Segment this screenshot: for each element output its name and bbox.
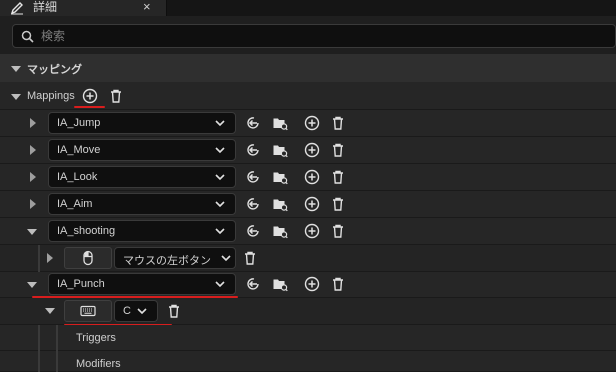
- action-row: IA_Jump: [0, 110, 616, 137]
- action-select[interactable]: IA_Move: [48, 139, 236, 161]
- use-selected-asset-icon[interactable]: [246, 223, 262, 239]
- use-selected-asset-icon[interactable]: [246, 169, 262, 185]
- mappings-label: Mappings: [27, 90, 75, 102]
- category-label: マッピング: [27, 64, 82, 76]
- tab-details[interactable]: 詳細 ×: [0, 0, 167, 16]
- trash-icon[interactable]: [242, 250, 258, 266]
- indent-rail: [38, 351, 40, 372]
- trash-icon[interactable]: [166, 303, 182, 319]
- key-select[interactable]: C: [114, 300, 158, 322]
- add-icon[interactable]: [304, 223, 320, 239]
- use-selected-asset-icon[interactable]: [246, 196, 262, 212]
- expand-arrow-icon[interactable]: [11, 94, 21, 100]
- expand-arrow-icon[interactable]: [27, 229, 37, 235]
- pencil-icon: [10, 2, 23, 15]
- collapse-arrow-icon[interactable]: [11, 66, 21, 72]
- key-capture-button[interactable]: [64, 300, 112, 322]
- indent-rail: [56, 325, 58, 351]
- chevron-down-icon: [215, 228, 225, 235]
- action-select-value: IA_shooting: [57, 225, 116, 237]
- trash-icon[interactable]: [330, 223, 346, 239]
- key-select-value: マウスの左ボタン: [123, 255, 211, 267]
- trash-icon[interactable]: [108, 88, 124, 104]
- key-select-value: C: [123, 305, 131, 317]
- browse-asset-icon[interactable]: [272, 223, 288, 239]
- expand-arrow-icon[interactable]: [30, 145, 36, 155]
- action-row: IA_Aim: [0, 191, 616, 218]
- action-select[interactable]: IA_Jump: [48, 112, 236, 134]
- chevron-down-icon: [137, 308, 147, 315]
- action-row: IA_Move: [0, 137, 616, 164]
- modifiers-label: Modifiers: [76, 358, 121, 370]
- action-select-value: IA_Move: [57, 144, 101, 156]
- highlight-underline: [74, 106, 105, 108]
- action-select-value: IA_Jump: [57, 117, 101, 129]
- action-row: IA_Punch: [0, 271, 616, 298]
- action-select-value: IA_Punch: [57, 278, 105, 290]
- trash-icon[interactable]: [330, 196, 346, 212]
- action-row: IA_shooting: [0, 218, 616, 245]
- triggers-row[interactable]: Triggers: [0, 325, 616, 351]
- browse-asset-icon[interactable]: [272, 169, 288, 185]
- browse-asset-icon[interactable]: [272, 276, 288, 292]
- indent-rail: [56, 351, 58, 372]
- chevron-down-icon: [215, 174, 225, 181]
- keyboard-icon: [80, 305, 96, 317]
- action-select[interactable]: IA_Look: [48, 166, 236, 188]
- expand-arrow-icon[interactable]: [30, 172, 36, 182]
- chevron-down-icon: [215, 120, 225, 127]
- expand-arrow-icon[interactable]: [47, 253, 53, 263]
- action-select-value: IA_Look: [57, 171, 98, 183]
- mouse-icon: [83, 250, 93, 266]
- browse-asset-icon[interactable]: [272, 115, 288, 131]
- use-selected-asset-icon[interactable]: [246, 142, 262, 158]
- chevron-down-icon: [215, 201, 225, 208]
- punch-binding-row: C: [0, 298, 616, 325]
- action-select-value: IA_Aim: [57, 198, 93, 210]
- expand-arrow-icon[interactable]: [30, 199, 36, 209]
- trash-icon[interactable]: [330, 142, 346, 158]
- chevron-down-icon: [215, 281, 225, 288]
- add-icon[interactable]: [82, 88, 98, 104]
- modifiers-row[interactable]: Modifiers: [0, 351, 616, 372]
- indent-rail: [38, 325, 40, 351]
- shooting-binding-row: マウスの左ボタン: [0, 245, 616, 272]
- add-icon[interactable]: [304, 196, 320, 212]
- add-icon[interactable]: [304, 115, 320, 131]
- chevron-down-icon: [221, 255, 231, 262]
- key-capture-button[interactable]: [64, 247, 112, 269]
- expand-arrow-icon[interactable]: [30, 118, 36, 128]
- search-placeholder: 検索: [41, 29, 66, 43]
- mappings-row: Mappings: [0, 82, 616, 110]
- action-select[interactable]: IA_Aim: [48, 193, 236, 215]
- chevron-down-icon: [215, 147, 225, 154]
- expand-arrow-icon[interactable]: [27, 282, 37, 288]
- search-input[interactable]: 検索: [12, 24, 616, 48]
- indent-rail: [38, 245, 40, 272]
- add-icon[interactable]: [304, 169, 320, 185]
- expand-arrow-icon[interactable]: [45, 308, 55, 314]
- trash-icon[interactable]: [330, 169, 346, 185]
- action-select[interactable]: IA_shooting: [48, 220, 236, 242]
- browse-asset-icon[interactable]: [272, 196, 288, 212]
- add-icon[interactable]: [304, 276, 320, 292]
- category-header[interactable]: マッピング: [0, 54, 616, 82]
- key-select[interactable]: マウスの左ボタン: [114, 247, 236, 269]
- use-selected-asset-icon[interactable]: [246, 115, 262, 131]
- browse-asset-icon[interactable]: [272, 142, 288, 158]
- close-icon[interactable]: ×: [143, 0, 151, 15]
- search-icon: [21, 30, 34, 43]
- tab-title: 詳細: [33, 0, 58, 14]
- trash-icon[interactable]: [330, 115, 346, 131]
- add-icon[interactable]: [304, 142, 320, 158]
- action-select[interactable]: IA_Punch: [48, 273, 236, 295]
- triggers-label: Triggers: [76, 332, 116, 344]
- trash-icon[interactable]: [330, 276, 346, 292]
- use-selected-asset-icon[interactable]: [246, 276, 262, 292]
- action-row: IA_Look: [0, 164, 616, 191]
